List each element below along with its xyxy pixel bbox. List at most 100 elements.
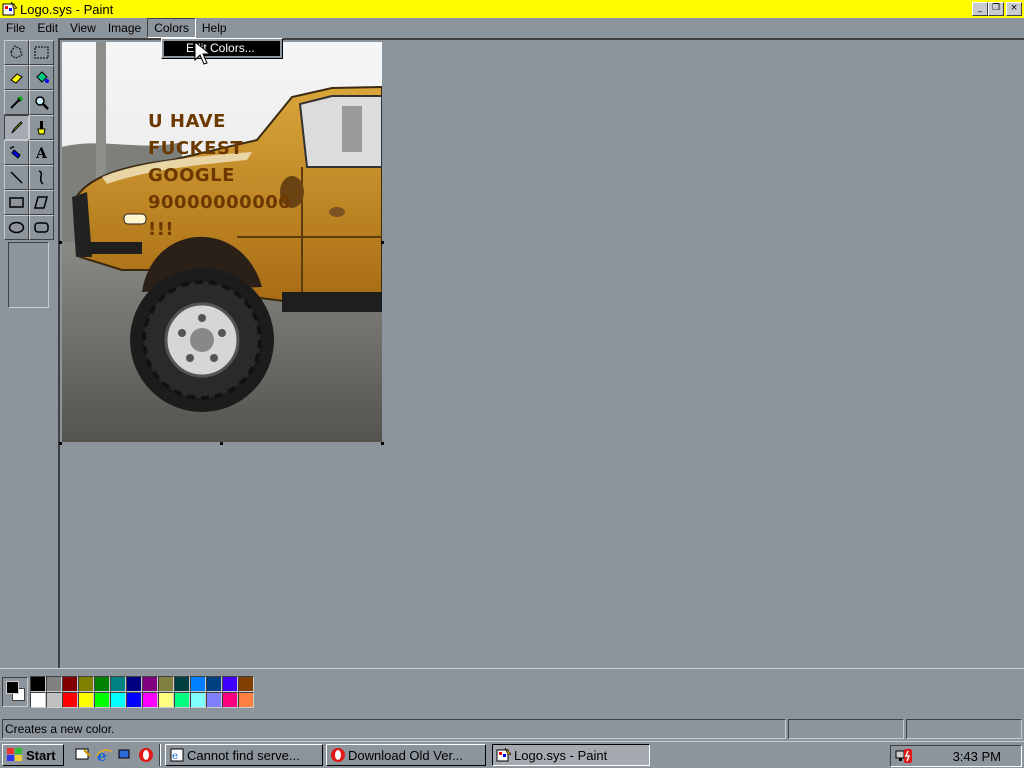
magnifier-tool[interactable] — [29, 90, 54, 115]
line-tool[interactable] — [4, 165, 29, 190]
clock[interactable]: 3:43 PM — [953, 749, 1001, 764]
airbrush-icon — [10, 146, 21, 159]
status-size-panel — [906, 719, 1022, 739]
color-swatch[interactable] — [46, 676, 62, 692]
title-bar[interactable]: Logo.sys - Paint _ ❐ × — [0, 0, 1024, 18]
start-button[interactable]: Start — [2, 744, 64, 766]
taskbar: Start e e Cannot find serve... Download … — [0, 741, 1024, 768]
resize-handle[interactable] — [220, 442, 223, 445]
color-swatches — [30, 676, 254, 708]
status-bar: Creates a new color. — [0, 718, 1024, 740]
foreground-color-swatch — [6, 681, 19, 694]
color-swatch[interactable] — [62, 692, 78, 708]
color-swatch[interactable] — [30, 692, 46, 708]
status-coordinates-panel — [788, 719, 904, 739]
quick-launch-opera[interactable] — [137, 746, 155, 764]
curve-tool[interactable] — [29, 165, 54, 190]
color-picker-tool[interactable] — [4, 90, 29, 115]
paint-app-icon — [496, 747, 512, 762]
color-swatch[interactable] — [78, 676, 94, 692]
menu-view[interactable]: View — [64, 18, 102, 38]
color-swatch[interactable] — [174, 692, 190, 708]
brush-tool[interactable] — [29, 115, 54, 140]
quick-launch-desktop[interactable] — [74, 746, 92, 764]
free-select-icon — [10, 45, 23, 59]
color-swatch[interactable] — [158, 692, 174, 708]
menu-image[interactable]: Image — [102, 18, 147, 38]
toolbox: A — [0, 38, 58, 668]
current-colors-indicator[interactable] — [2, 677, 28, 707]
color-swatch[interactable] — [94, 692, 110, 708]
magnifier-icon — [35, 96, 49, 110]
resize-handle[interactable] — [59, 241, 62, 244]
color-swatch[interactable] — [110, 692, 126, 708]
pencil-icon — [11, 121, 23, 134]
color-swatch[interactable] — [222, 676, 238, 692]
color-swatch[interactable] — [78, 692, 94, 708]
quick-launch-channels[interactable] — [116, 746, 134, 764]
text-icon: A — [35, 146, 48, 161]
menu-help[interactable]: Help — [196, 18, 233, 38]
minimize-button[interactable]: _ — [972, 2, 988, 16]
color-swatch[interactable] — [238, 692, 254, 708]
color-swatch[interactable] — [238, 676, 254, 692]
task-button-paint[interactable]: Logo.sys - Paint — [492, 744, 650, 766]
color-swatch[interactable] — [110, 676, 126, 692]
rect-select-icon — [34, 46, 49, 59]
color-swatch[interactable] — [174, 676, 190, 692]
color-swatch[interactable] — [206, 676, 222, 692]
color-swatch[interactable] — [206, 692, 222, 708]
rect-select-tool[interactable] — [29, 40, 54, 65]
window-title: Logo.sys - Paint — [20, 1, 114, 17]
color-swatch[interactable] — [190, 692, 206, 708]
fill-tool[interactable] — [29, 65, 54, 90]
drawing-canvas[interactable]: U HAVE FUCKEST GOOGLE 90000000000 !!! — [62, 42, 382, 442]
ellipse-tool[interactable] — [4, 215, 29, 240]
resize-handle[interactable] — [381, 241, 384, 244]
color-swatch[interactable] — [94, 676, 110, 692]
canvas-text-line: U HAVE — [148, 111, 226, 132]
colors-dropdown-menu: Edit Colors... — [161, 38, 283, 59]
pencil-tool[interactable] — [4, 115, 29, 140]
line-icon — [10, 171, 23, 184]
resize-handle[interactable] — [59, 442, 62, 445]
color-swatch[interactable] — [126, 692, 142, 708]
airbrush-tool[interactable] — [4, 140, 29, 165]
text-tool[interactable]: A — [29, 140, 54, 165]
close-button[interactable]: × — [1006, 2, 1022, 16]
edit-colors-menu-item[interactable]: Edit Colors... — [164, 41, 280, 56]
rounded-rect-tool[interactable] — [29, 215, 54, 240]
color-swatch[interactable] — [222, 692, 238, 708]
task-button-cannot-find[interactable]: e Cannot find serve... — [165, 744, 323, 766]
color-swatch[interactable] — [46, 692, 62, 708]
network-icon[interactable] — [895, 748, 913, 764]
color-swatch[interactable] — [142, 692, 158, 708]
color-picker-icon — [10, 95, 24, 109]
canvas-text-line: !!! — [148, 219, 175, 240]
tool-options-box[interactable] — [8, 242, 49, 308]
eraser-tool[interactable] — [4, 65, 29, 90]
color-swatch[interactable] — [142, 676, 158, 692]
paint-app-icon — [2, 1, 18, 16]
polygon-tool[interactable] — [29, 190, 54, 215]
quick-launch-ie[interactable]: e — [95, 746, 113, 764]
menu-edit[interactable]: Edit — [31, 18, 64, 38]
free-select-tool[interactable] — [4, 40, 29, 65]
color-swatch[interactable] — [62, 676, 78, 692]
menu-file[interactable]: File — [0, 18, 31, 38]
status-message: Creates a new color. — [2, 719, 786, 739]
color-swatch[interactable] — [158, 676, 174, 692]
color-swatch[interactable] — [30, 676, 46, 692]
rectangle-tool[interactable] — [4, 190, 29, 215]
color-swatch[interactable] — [190, 676, 206, 692]
task-button-download[interactable]: Download Old Ver... — [326, 744, 486, 766]
eraser-icon — [10, 73, 23, 84]
ellipse-icon — [8, 221, 25, 234]
resize-handle[interactable] — [381, 442, 384, 445]
menu-colors[interactable]: Colors — [147, 18, 196, 38]
color-swatch[interactable] — [126, 676, 142, 692]
canvas-text-line: FUCKEST — [148, 138, 244, 159]
curve-icon — [38, 170, 44, 185]
restore-button[interactable]: ❐ — [988, 2, 1004, 16]
rectangle-icon — [9, 197, 24, 208]
